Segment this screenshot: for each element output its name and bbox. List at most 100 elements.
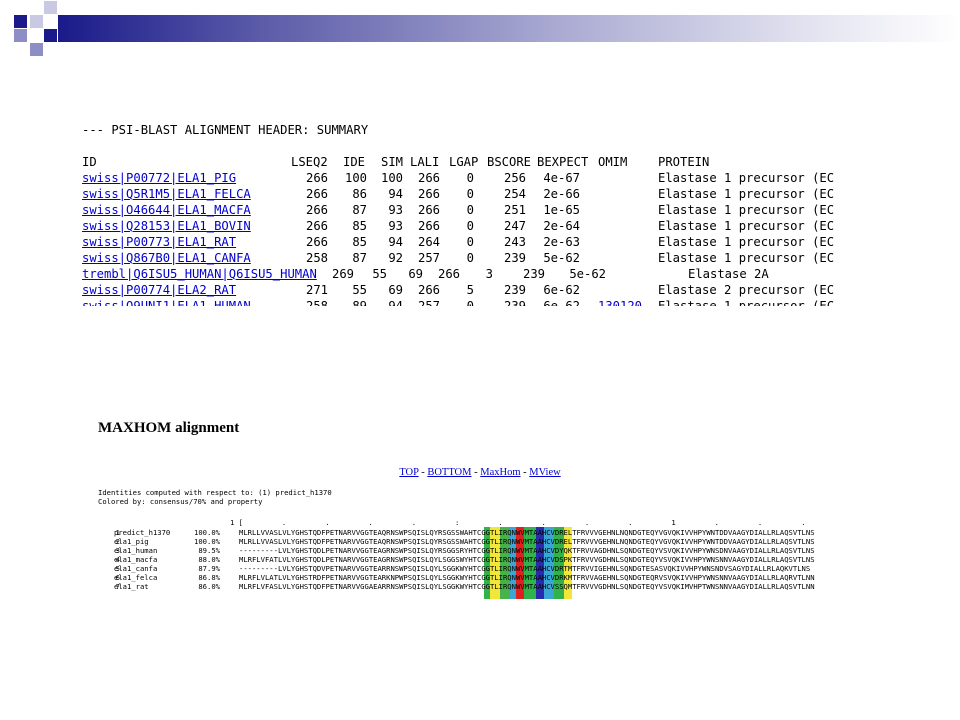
cell-bexpect: 4e-67 bbox=[543, 171, 580, 185]
cell-lali: 266 bbox=[417, 171, 440, 185]
cell-protein: Elastase 1 precursor (EC bbox=[658, 187, 835, 201]
table-row: swiss|Q28153|ELA1_BOVIN 266 85 93 266 0 247 2e-… bbox=[82, 218, 862, 234]
cell-protein: Elastase 1 precursor (EC bbox=[658, 203, 835, 217]
cell-ide: 89 bbox=[352, 299, 367, 306]
sequence-id-link[interactable]: trembl|Q6ISU5_HUMAN|Q6ISU5_HUMAN bbox=[82, 266, 317, 282]
table-row: swiss|Q9UNI1|ELA1_HUMAN 258 89 94 257 0 239 6e-… bbox=[82, 298, 862, 306]
sequence-id-link[interactable]: swiss|Q9UNI1|ELA1_HUMAN bbox=[82, 298, 251, 306]
sequence-id-link[interactable]: swiss|Q867B0|ELA1_CANFA bbox=[82, 250, 251, 266]
cell-lseq2: 258 bbox=[305, 299, 328, 306]
title-gradient-bar bbox=[58, 15, 960, 42]
cell-bexpect: 5e-62 bbox=[569, 267, 606, 281]
alignment-row: 7 ela1_rat 86.0% MLRFLVFASLVLYGHSTQDFPETNAR… bbox=[100, 582, 860, 592]
cell-bscore: 239 bbox=[503, 251, 526, 265]
identities-info: Identities computed with respect to: (1)… bbox=[98, 488, 332, 497]
cell-ide: 85 bbox=[352, 235, 367, 249]
cell-ide: 86 bbox=[352, 187, 367, 201]
cell-lali: 266 bbox=[417, 203, 440, 217]
col-ide: IDE bbox=[343, 155, 366, 169]
cell-bscore: 239 bbox=[503, 299, 526, 306]
cell-lseq2: 266 bbox=[305, 219, 328, 233]
cell-sim: 92 bbox=[388, 251, 403, 265]
cell-lali: 266 bbox=[417, 219, 440, 233]
maxhom-title: MAXHOM alignment bbox=[98, 420, 240, 436]
maxhom-nav: TOP - BOTTOM - MaxHom - MView bbox=[0, 467, 960, 478]
cell-lseq2: 258 bbox=[305, 251, 328, 265]
decor-square bbox=[14, 29, 27, 42]
cell-bexpect: 6e-62 bbox=[543, 299, 580, 306]
coloring-info: Colored by: consensus/70% and property bbox=[98, 497, 263, 506]
cell-lseq2: 269 bbox=[331, 267, 354, 281]
cell-lseq2: 266 bbox=[305, 171, 328, 185]
cell-lali: 257 bbox=[417, 251, 440, 265]
cell-protein: Elastase 1 precursor (EC bbox=[658, 235, 835, 249]
sequence-name: ela1_rat bbox=[114, 582, 149, 591]
nav-separator: - bbox=[520, 467, 530, 478]
cell-ide: 87 bbox=[352, 203, 367, 217]
cell-sim: 69 bbox=[408, 267, 423, 281]
cell-sim: 69 bbox=[388, 283, 403, 297]
nav-bottom-link[interactable]: BOTTOM bbox=[427, 467, 471, 478]
cell-protein: Elastase 2 precursor (EC bbox=[658, 283, 835, 297]
decor-square bbox=[30, 15, 43, 28]
cell-bexpect: 2e-64 bbox=[543, 219, 580, 233]
cell-ide: 100 bbox=[344, 171, 367, 185]
cell-lali: 266 bbox=[417, 187, 440, 201]
decor-square bbox=[44, 1, 57, 14]
cell-lgap: 0 bbox=[466, 251, 474, 265]
cell-protein: Elastase 1 precursor (EC bbox=[658, 299, 835, 306]
sequence-id-link[interactable]: swiss|P00773|ELA1_RAT bbox=[82, 234, 236, 250]
cell-lseq2: 266 bbox=[305, 235, 328, 249]
cell-lgap: 0 bbox=[466, 219, 474, 233]
sequence-id-link[interactable]: swiss|Q5R1M5|ELA1_FELCA bbox=[82, 186, 251, 202]
col-lali: LALI bbox=[410, 155, 440, 169]
cell-lgap: 0 bbox=[466, 235, 474, 249]
table-row: swiss|O46644|ELA1_MACFA 266 87 93 266 0 251 1e-… bbox=[82, 202, 862, 218]
cell-lseq2: 271 bbox=[305, 283, 328, 297]
cell-lgap: 0 bbox=[466, 171, 474, 185]
cell-bexpect: 2e-66 bbox=[543, 187, 580, 201]
cell-sim: 93 bbox=[388, 203, 403, 217]
cell-lali: 264 bbox=[417, 235, 440, 249]
cell-ide: 87 bbox=[352, 251, 367, 265]
cell-sim: 94 bbox=[388, 187, 403, 201]
alignment-rows: 1 predict_h1370 100.0% MLRLLVVASLVLYGHSTQDF… bbox=[100, 518, 860, 598]
sequence-id-link[interactable]: swiss|Q28153|ELA1_BOVIN bbox=[82, 218, 251, 234]
nav-maxhom-link[interactable]: MaxHom bbox=[480, 467, 520, 478]
col-omim: OMIM bbox=[598, 155, 628, 169]
cell-ide: 85 bbox=[352, 219, 367, 233]
nav-mview-link[interactable]: MView bbox=[529, 467, 560, 478]
col-bexpect: BEXPECT bbox=[537, 155, 589, 169]
omim-link[interactable]: 130120 bbox=[598, 298, 642, 306]
psi-blast-header: --- PSI-BLAST ALIGNMENT HEADER: SUMMARY bbox=[82, 123, 369, 137]
sequence: MLRFLVFASLVLYGHSTQDFPETNARVVGGAEARRNSWPS… bbox=[239, 582, 815, 591]
col-bscore: BSCORE bbox=[487, 155, 532, 169]
cell-ide: 55 bbox=[372, 267, 387, 281]
col-id: ID bbox=[82, 155, 97, 169]
col-sim: SIM bbox=[381, 155, 404, 169]
cell-bexpect: 6e-62 bbox=[543, 283, 580, 297]
nav-top-link[interactable]: TOP bbox=[399, 467, 418, 478]
cell-lali: 266 bbox=[417, 283, 440, 297]
cell-sim: 94 bbox=[388, 235, 403, 249]
cell-lali: 257 bbox=[417, 299, 440, 306]
sequence-id-link[interactable]: swiss|O46644|ELA1_MACFA bbox=[82, 202, 251, 218]
cell-bscore: 243 bbox=[503, 235, 526, 249]
table-row: swiss|Q5R1M5|ELA1_FELCA 266 86 94 266 0 254 2e-… bbox=[82, 186, 862, 202]
col-lgap: LGAP bbox=[449, 155, 479, 169]
cell-ide: 55 bbox=[352, 283, 367, 297]
cell-lseq2: 266 bbox=[305, 203, 328, 217]
table-row: swiss|Q867B0|ELA1_CANFA 258 87 92 257 0 239 5e-… bbox=[82, 250, 862, 266]
decor-square bbox=[14, 15, 27, 28]
column-headers: ID LSEQ2 IDE SIM LALI LGAP BSCORE BEXPEC… bbox=[82, 154, 862, 170]
cell-lgap: 0 bbox=[466, 299, 474, 306]
table-row: swiss|P00774|ELA2_RAT 271 55 69 266 5 239 6e-62… bbox=[82, 282, 862, 298]
psi-blast-summary: --- PSI-BLAST ALIGNMENT HEADER: SUMMARY … bbox=[82, 118, 862, 306]
identity-percent: 86.0% bbox=[198, 582, 220, 591]
sequence-id-link[interactable]: swiss|P00772|ELA1_PIG bbox=[82, 170, 236, 186]
sequence-id-link[interactable]: swiss|P00774|ELA2_RAT bbox=[82, 282, 236, 298]
cell-sim: 100 bbox=[380, 171, 403, 185]
cell-lgap: 0 bbox=[466, 203, 474, 217]
cell-bscore: 247 bbox=[503, 219, 526, 233]
cell-lgap: 0 bbox=[466, 187, 474, 201]
